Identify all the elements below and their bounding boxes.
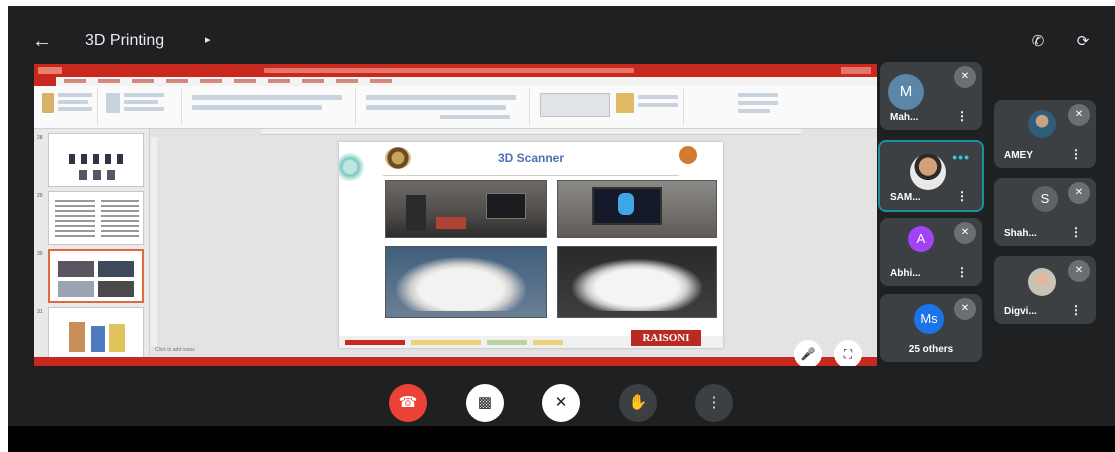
slide-thumbnail[interactable] (48, 133, 144, 187)
slide-thumbnail[interactable] (48, 191, 144, 245)
avatar (1028, 110, 1056, 138)
raisoni-group-logo (679, 146, 697, 164)
avatar: A (908, 226, 934, 252)
avatar (1028, 268, 1056, 296)
more-vert-icon[interactable]: ⋮ (956, 109, 968, 123)
screen-share-presentation: 28 29 30 31 3D Scanner RAISONI Click to … (34, 64, 877, 366)
raisoni-brand-banner: RAISONI (631, 330, 701, 346)
chevron-right-icon[interactable]: ▸ (205, 33, 211, 46)
horizontal-ruler (261, 129, 801, 135)
camera-switch-icon[interactable]: ⟳ (1071, 30, 1095, 54)
ribbon-group-font (186, 89, 356, 125)
current-slide: 3D Scanner RAISONI (339, 142, 723, 348)
meet-window: ← 3D Printing ▸ ✆ ⟳ 28 29 30 31 3D Scann… (8, 6, 1115, 452)
ribbon-group-slides (102, 89, 182, 125)
avatar: M (888, 74, 924, 110)
participant-name: Mah... (890, 112, 919, 123)
mic-off-icon: ✕ (954, 298, 976, 320)
vertical-ruler (151, 137, 157, 347)
mic-off-icon: ✕ (954, 66, 976, 88)
ppt-window-title (264, 68, 634, 73)
thumb-number: 28 (37, 135, 43, 141)
ribbon-group-paragraph (360, 89, 530, 125)
slide-thumbnail[interactable] (48, 307, 144, 361)
mic-off-icon: ✕ (1068, 182, 1090, 204)
notes-bar: Click to add notes (155, 347, 195, 353)
mic-off-icon: ✕ (954, 222, 976, 244)
more-vert-icon[interactable]: ⋮ (956, 265, 968, 279)
more-options-icon[interactable]: ⋮ (695, 384, 733, 422)
end-call-icon[interactable]: ☎ (389, 384, 427, 422)
slide-thumbnail-pane: 28 29 30 31 (34, 129, 150, 361)
ppt-status-bar (34, 357, 877, 366)
avatar (910, 154, 946, 190)
participant-name: Shah... (1004, 228, 1037, 239)
ppt-ribbon-tabs (34, 77, 877, 86)
participant-name: AMEY (1004, 150, 1033, 161)
thumb-number: 30 (37, 251, 43, 257)
scanned-model-photo-2 (557, 246, 717, 318)
participant-tile[interactable]: ✕ AMEY ⋮ (994, 100, 1096, 168)
arrow-left-icon[interactable]: ← (32, 30, 54, 52)
participant-tile[interactable]: ✕ S Shah... ⋮ (994, 178, 1096, 246)
title-divider (383, 175, 679, 176)
more-vert-icon[interactable]: ⋮ (956, 189, 968, 203)
scanner-software-photo (557, 180, 717, 238)
mic-off-icon: ✕ (1068, 104, 1090, 126)
speaking-indicator: ••• (952, 149, 970, 165)
ppt-window-controls (841, 67, 871, 74)
others-tile[interactable]: ✕ Ms 25 others (880, 294, 982, 362)
mic-off-icon[interactable]: 🎤 (794, 340, 822, 366)
ppt-tab-labels (64, 79, 404, 83)
meeting-title[interactable]: 3D Printing (85, 32, 164, 50)
camera-off-icon[interactable]: ▩ (466, 384, 504, 422)
participant-tile[interactable]: ✕ A Abhi... ⋮ (880, 218, 982, 286)
mic-off-icon[interactable]: ✕ (542, 384, 580, 422)
ppt-file-tab (34, 77, 56, 86)
thumb-number: 31 (37, 309, 43, 315)
scanner-setup-photo (385, 180, 547, 238)
participant-tile[interactable]: ✕ Digvi... ⋮ (994, 256, 1096, 324)
mic-off-icon: ✕ (1068, 260, 1090, 282)
avatar: S (1032, 186, 1058, 212)
others-count-label: 25 others (908, 344, 954, 355)
participant-name: Digvi... (1004, 306, 1037, 317)
more-vert-icon[interactable]: ⋮ (1070, 225, 1082, 239)
raise-hand-icon[interactable]: ✋ (619, 384, 657, 422)
participant-name: SAM... (890, 192, 921, 203)
slide-title: 3D Scanner (497, 151, 565, 165)
fullscreen-icon[interactable]: ⛶ (834, 340, 862, 366)
slide-thumbnail-selected[interactable] (48, 249, 144, 303)
ppt-ribbon (34, 86, 877, 129)
participant-name: Abhi... (890, 268, 921, 279)
ribbon-group-clipboard (38, 89, 98, 125)
participant-tile[interactable]: ✕ M Mah... ⋮ (880, 62, 982, 130)
phone-switch-icon[interactable]: ✆ (1026, 30, 1050, 54)
ppt-title-bar (34, 64, 877, 77)
more-vert-icon[interactable]: ⋮ (1070, 303, 1082, 317)
bottom-strip (8, 426, 1115, 452)
ribbon-group-editing (688, 89, 818, 125)
more-vert-icon[interactable]: ⋮ (1070, 147, 1082, 161)
scanned-model-photo-1 (385, 246, 547, 318)
ppt-quick-access (38, 67, 62, 74)
ribbon-group-drawing (534, 89, 684, 125)
participant-tile-speaking[interactable]: ••• SAM... ⋮ (878, 140, 984, 212)
avatar: Ms (914, 304, 944, 334)
thumb-number: 29 (37, 193, 43, 199)
